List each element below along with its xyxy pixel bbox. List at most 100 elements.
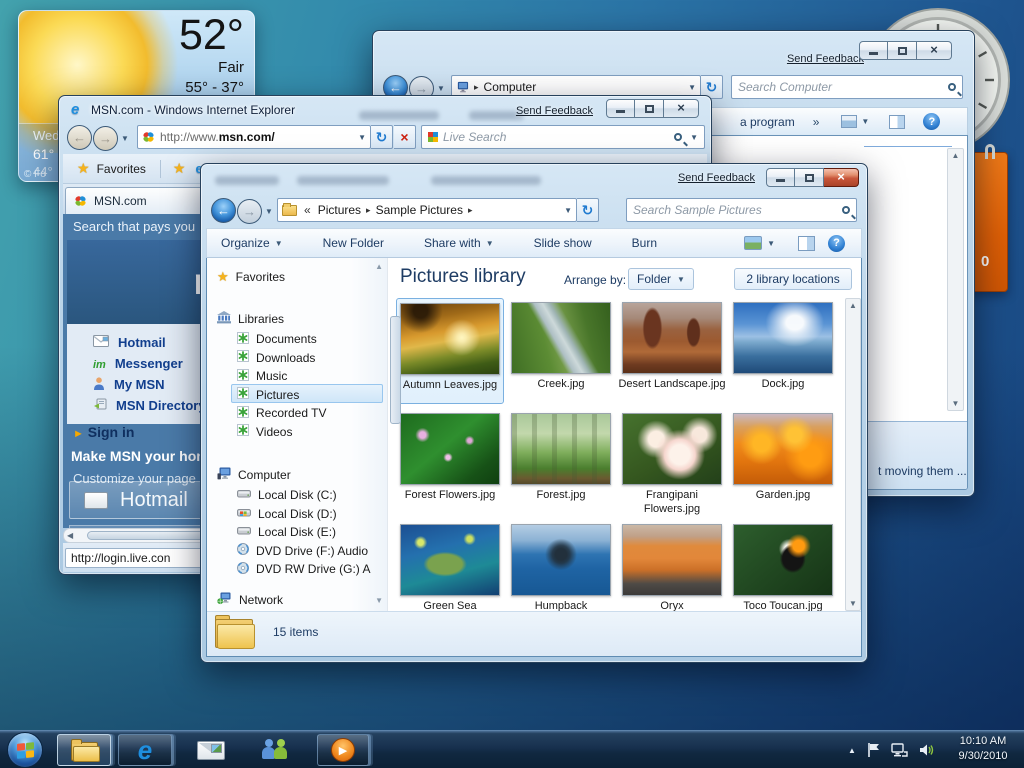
close-button[interactable]: × (824, 168, 859, 187)
sidebar-item-local-disk-c[interactable]: Local Disk (C:) (237, 486, 337, 504)
send-feedback-link[interactable]: Send Feedback (516, 105, 593, 117)
search-box[interactable]: Search Sample Pictures (626, 198, 857, 222)
sidebar-item-dvd-rw-drive-g-a[interactable]: DVD RW Drive (G:) A (237, 560, 370, 578)
sidebar-item-local-disk-d[interactable]: Local Disk (D:) (237, 505, 337, 523)
sidebar-item-music[interactable]: Music (237, 367, 287, 385)
file-forest-jpg[interactable]: Forest.jpg (507, 409, 615, 515)
action-center-flag-icon[interactable] (867, 742, 880, 758)
file-dock-jpg[interactable]: Dock.jpg (729, 298, 837, 404)
stop-button[interactable]: × (394, 125, 416, 149)
url-prefix[interactable]: http://www. (160, 130, 219, 144)
file-creek-jpg[interactable]: Creek.jpg (507, 298, 615, 404)
scroll-down-icon[interactable]: ▼ (952, 399, 960, 408)
taskbar-explorer-button[interactable] (57, 734, 111, 766)
scrollbar-thumb[interactable] (390, 316, 401, 424)
minimize-button[interactable] (766, 168, 795, 187)
refresh-button[interactable]: ↻ (577, 198, 599, 222)
back-button[interactable]: ← (67, 125, 92, 150)
sidebar-item-downloads[interactable]: Downloads (237, 349, 315, 367)
change-view-button[interactable]: ▼ (744, 236, 775, 250)
vertical-scrollbar[interactable]: ▲ ▼ (947, 148, 964, 411)
scroll-left-icon[interactable]: ◀ (67, 531, 73, 540)
recent-pages-dropdown[interactable]: ▼ (437, 84, 445, 93)
refresh-button[interactable]: ↻ (371, 125, 393, 149)
add-to-favorites-icon[interactable]: ★ (173, 160, 186, 177)
maximize-button[interactable] (888, 41, 917, 60)
forward-button[interactable]: → (93, 126, 118, 151)
toolbar-item-fragment[interactable]: a program (740, 115, 795, 129)
help-button[interactable]: ? (828, 235, 845, 252)
library-locations-button[interactable]: 2 library locations (734, 268, 852, 290)
scroll-down-icon[interactable]: ▼ (849, 599, 857, 608)
maximize-button[interactable] (635, 99, 664, 118)
sidebar-section-computer[interactable]: Computer (217, 466, 291, 484)
file-forest-flowers-jpg[interactable]: Forest Flowers.jpg (396, 409, 504, 515)
maximize-button[interactable] (795, 168, 824, 187)
scroll-up-icon[interactable]: ▲ (952, 151, 960, 160)
scroll-up-icon[interactable]: ▲ (849, 301, 857, 310)
scroll-down-icon[interactable]: ▼ (375, 596, 383, 605)
send-feedback-link[interactable]: Send Feedback (787, 53, 864, 65)
file-toco-toucan-jpg[interactable]: Toco Toucan.jpg (729, 520, 837, 611)
toolbar-overflow-chevron[interactable]: » (813, 115, 820, 129)
volume-icon[interactable] (919, 743, 935, 757)
sign-in-link[interactable]: ► Sign in (73, 424, 134, 440)
sidebar-item-pictures[interactable]: Pictures (237, 386, 299, 404)
toolbar-share-with[interactable]: Share with▼ (424, 236, 494, 250)
favorites-button[interactable]: Favorites (97, 162, 146, 176)
preview-pane-button[interactable] (889, 115, 905, 129)
show-hidden-icons-button[interactable]: ▲ (848, 746, 856, 755)
taskbar-wmp-button[interactable]: ▶ (317, 734, 369, 766)
minimize-button[interactable] (859, 41, 888, 60)
start-button[interactable] (7, 732, 43, 768)
recent-pages-dropdown[interactable]: ▼ (121, 134, 129, 143)
sidebar-item-dvd-drive-f-audio[interactable]: DVD Drive (F:) Audio (237, 542, 368, 560)
explorer-window[interactable]: Send Feedback × ← → ▼ « Pictures ▸ Sampl… (200, 163, 868, 663)
taskbar-ie-button[interactable]: e (118, 734, 172, 766)
address-dropdown[interactable]: ▼ (358, 133, 366, 142)
back-button[interactable]: ← (211, 198, 236, 223)
sidebar-item-documents[interactable]: Documents (237, 330, 317, 348)
scroll-up-icon[interactable]: ▲ (375, 262, 383, 271)
taskbar-mail-button[interactable] (188, 736, 234, 764)
file-oryx[interactable]: Oryx (618, 520, 726, 611)
vertical-scrollbar[interactable]: ▲ ▼ (845, 298, 861, 611)
address-dropdown[interactable]: ▼ (688, 83, 696, 92)
sidebar-section-network[interactable]: Network (217, 591, 283, 609)
breadcrumb-sample-pictures[interactable]: Sample Pictures (376, 203, 463, 217)
address-bar[interactable]: http://www.msn.com/ ▼ (137, 125, 371, 149)
close-button[interactable]: × (664, 99, 699, 118)
preview-pane-button[interactable] (798, 236, 815, 251)
sidebar-section-libraries[interactable]: Libraries (217, 310, 284, 328)
breadcrumb-collapse[interactable]: « (304, 203, 311, 217)
arrange-by-dropdown[interactable]: Folder ▼ (628, 268, 694, 290)
file-humpback[interactable]: Humpback (507, 520, 615, 611)
file-desert-landscape-jpg[interactable]: Desert Landscape.jpg (618, 298, 726, 404)
file-garden-jpg[interactable]: Garden.jpg (729, 409, 837, 515)
search-computer-box[interactable]: Search Computer (731, 75, 963, 99)
file-frangipani-flowers-jpg[interactable]: Frangipani Flowers.jpg (618, 409, 726, 515)
change-view-button[interactable]: ▼ (841, 115, 869, 128)
promo-make-home[interactable]: Make MSN your hom (71, 448, 209, 464)
toolbar-burn[interactable]: Burn (632, 236, 657, 250)
sidebar-item-videos[interactable]: Videos (237, 423, 292, 441)
file-green-sea[interactable]: Green Sea (396, 520, 504, 611)
network-icon[interactable] (891, 743, 908, 757)
send-feedback-link[interactable]: Send Feedback (678, 172, 755, 184)
address-dropdown[interactable]: ▼ (564, 206, 572, 215)
search-options-dropdown[interactable]: ▼ (690, 133, 698, 142)
forward-button[interactable]: → (237, 199, 262, 224)
minimize-button[interactable] (606, 99, 635, 118)
taskbar-clock[interactable]: 10:10 AM 9/30/2010 (946, 734, 1020, 764)
sidebar-section-favorites[interactable]: ★Favorites (217, 268, 285, 286)
live-search-box[interactable]: Live Search ▼ (421, 125, 705, 149)
address-bar[interactable]: « Pictures ▸ Sample Pictures ▸ ▼ (277, 198, 577, 222)
file-autumn-leaves-jpg[interactable]: Autumn Leaves.jpg (396, 298, 504, 404)
help-button[interactable]: ? (923, 113, 940, 130)
recent-pages-dropdown[interactable]: ▼ (265, 207, 273, 216)
tab-msn[interactable]: MSN.com (65, 187, 213, 214)
close-button[interactable]: × (917, 41, 952, 60)
breadcrumb-computer[interactable]: Computer (484, 80, 537, 94)
sidebar-item-recorded-tv[interactable]: Recorded TV (237, 404, 326, 422)
toolbar-slide-show[interactable]: Slide show (534, 236, 592, 250)
